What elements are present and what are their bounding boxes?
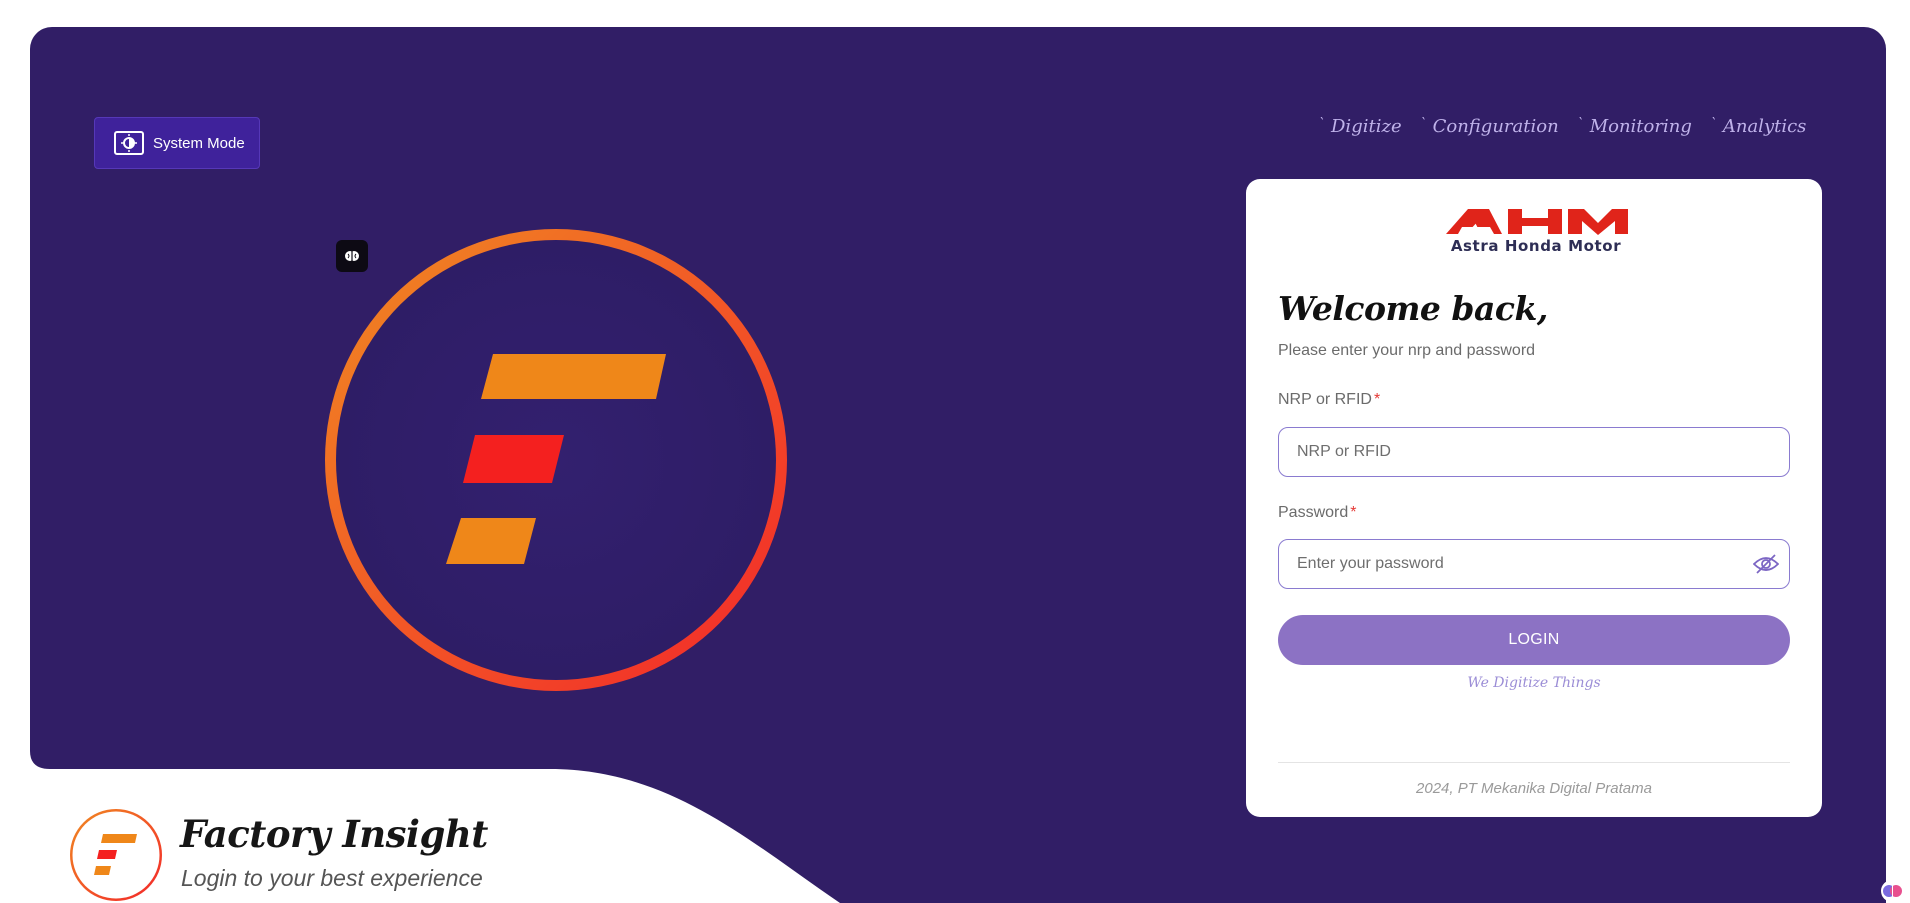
ahm-logo: Astra Honda Motor xyxy=(1444,207,1628,257)
nrp-input[interactable] xyxy=(1295,428,1739,476)
nrp-label: NRP or RFID * xyxy=(1278,391,1381,408)
tagline: We Digitize Things xyxy=(1467,675,1601,691)
assistant-brain-icon[interactable] xyxy=(1880,878,1908,903)
nav-item-analytics[interactable]: ` Analytics xyxy=(1710,116,1807,146)
app-title: Factory Insight xyxy=(180,812,488,856)
factory-insight-logo xyxy=(325,229,787,691)
password-input[interactable] xyxy=(1295,540,1739,588)
eye-slash-icon[interactable] xyxy=(1752,553,1780,580)
brightness-toggle-icon xyxy=(114,131,144,155)
system-mode-button[interactable]: System Mode xyxy=(94,117,260,169)
feature-nav: ` Digitize ` Configuration ` Monitoring ` An… xyxy=(1318,116,1806,146)
login-button[interactable]: LOGIN xyxy=(1278,615,1790,665)
password-field-wrapper xyxy=(1278,539,1790,589)
system-mode-label: System Mode xyxy=(153,134,245,152)
factory-insight-small-logo xyxy=(70,809,162,901)
nav-item-configuration[interactable]: ` Configuration xyxy=(1420,116,1559,146)
login-card: Astra Honda Motor Welcome back, Please e… xyxy=(1246,179,1822,817)
copyright-footer: 2024, PT Mekanika Digital Pratama xyxy=(1416,780,1652,797)
nav-item-digitize[interactable]: ` Digitize xyxy=(1318,116,1402,146)
nrp-field-wrapper xyxy=(1278,427,1790,477)
password-label: Password * xyxy=(1278,504,1357,521)
card-divider xyxy=(1278,762,1790,763)
login-subtitle: Please enter your nrp and password xyxy=(1278,342,1536,359)
ahm-wordmark xyxy=(1446,209,1628,235)
brand-name: Astra Honda Motor xyxy=(1450,237,1622,255)
welcome-heading: Welcome back, xyxy=(1278,289,1548,328)
nav-item-monitoring[interactable]: ` Monitoring xyxy=(1577,116,1692,146)
app-subtitle: Login to your best experience xyxy=(181,865,483,891)
